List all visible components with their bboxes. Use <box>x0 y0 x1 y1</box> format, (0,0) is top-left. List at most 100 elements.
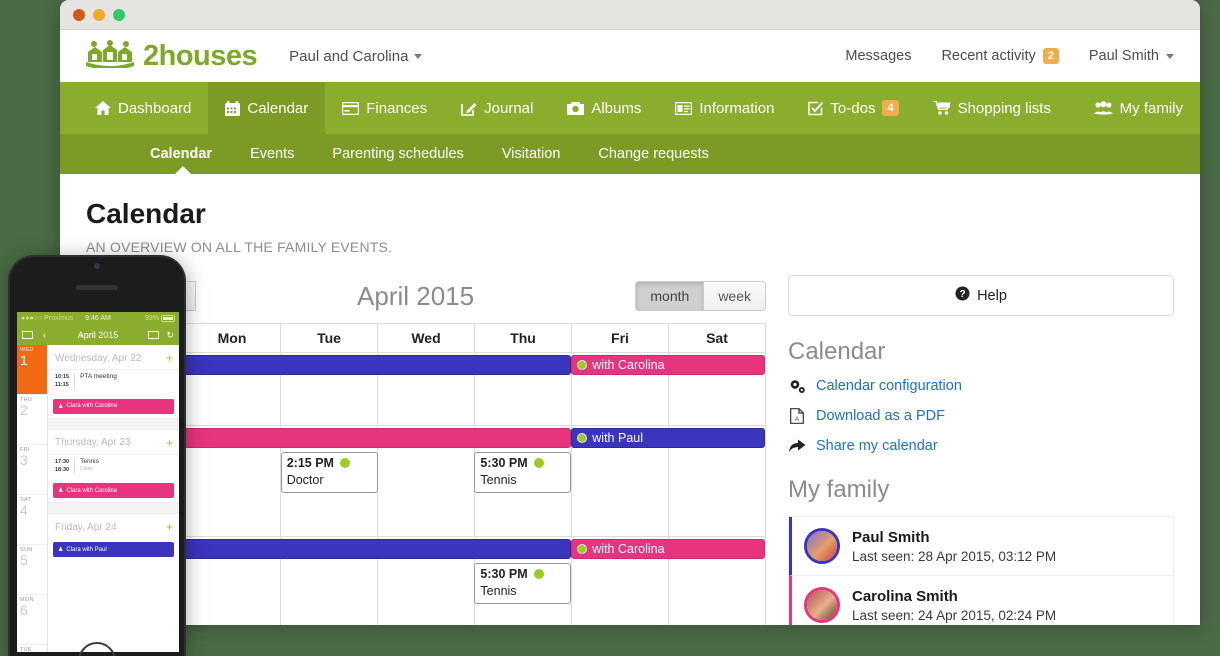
calendar-day-cell[interactable] <box>474 375 571 425</box>
nav-item-albums[interactable]: Albums <box>550 82 658 134</box>
nav-label: Calendar <box>247 100 308 117</box>
calendar-day-cell[interactable] <box>571 375 668 425</box>
window-close-button[interactable] <box>73 9 85 21</box>
sidebar-calendar-heading: Calendar <box>788 338 1174 366</box>
phone-agenda-date: Thursday, Apr 23 <box>55 437 130 448</box>
link-download-pdf[interactable]: A Download as a PDF <box>788 408 1174 424</box>
subnav-item-change-requests[interactable]: Change requests <box>584 146 722 162</box>
phone-menu-icon[interactable] <box>22 331 33 339</box>
phone-agenda-band[interactable]: ♟Clara with Carolina <box>53 399 174 414</box>
shopping-cart-icon <box>933 101 951 115</box>
calendar-day-cell[interactable] <box>668 375 765 425</box>
calendar-day-cell[interactable] <box>668 448 765 536</box>
calendar-timed-event[interactable]: 5:30 PMTennis <box>474 563 571 604</box>
nav-item-dashboard[interactable]: Dashboard <box>78 82 208 134</box>
subnav-active-arrow <box>175 166 191 174</box>
calendar-timed-event[interactable]: 5:30 PMTennis <box>474 452 571 493</box>
phone-day-strip: WED1THU2FRI3SAT4SUN5MON6TUE7WED8THU9 <box>17 345 48 652</box>
calendar-day-header: Tue <box>280 324 377 352</box>
phone-agenda-event[interactable]: 17:3018:30TennisClara <box>48 454 179 480</box>
calendar-day-cell[interactable] <box>377 448 474 536</box>
calendar-day-headers: MonTueWedThuFriSat <box>87 323 765 353</box>
window-minimize-button[interactable] <box>93 9 105 21</box>
phone-day-number: 1 <box>20 353 47 368</box>
calendar-day-cell[interactable] <box>571 559 668 625</box>
view-week-button[interactable]: week <box>704 281 766 311</box>
messages-link[interactable]: Messages <box>845 48 911 64</box>
chevron-down-icon <box>1166 54 1174 59</box>
browser-window: 2houses Paul and Carolina Messages Recen… <box>60 0 1200 625</box>
phone-event-sub: Clara <box>80 466 99 472</box>
link-share-calendar[interactable]: Share my calendar <box>788 438 1174 454</box>
calendar-day-cell[interactable] <box>571 448 668 536</box>
phone-add-event-icon[interactable]: + <box>166 520 173 534</box>
phone-agenda-band[interactable]: ♟Clara with Carolina <box>53 483 174 498</box>
phone-prev-icon[interactable]: ‹ <box>43 330 46 340</box>
recent-activity-badge: 2 <box>1043 48 1059 64</box>
brand-header: 2houses Paul and Carolina Messages Recen… <box>60 30 1200 82</box>
calendar-day-cell[interactable] <box>280 559 377 625</box>
phone-day-cell[interactable]: THU2 <box>17 395 47 445</box>
nav-item-information[interactable]: Information <box>658 82 791 134</box>
phone-day-cell[interactable]: SUN5 <box>17 545 47 595</box>
event-owner-dot-icon <box>340 458 350 468</box>
phone-day-cell[interactable]: SAT4 <box>17 495 47 545</box>
event-owner-dot-icon <box>534 458 544 468</box>
family-switcher[interactable]: Paul and Carolina <box>289 48 422 65</box>
phone-agenda-event[interactable]: 10:1511:15PTA meeting <box>48 369 179 395</box>
carrier-label: Proximus <box>44 315 73 322</box>
calendar-week-cells <box>87 375 765 425</box>
logo[interactable]: 2houses <box>86 40 257 73</box>
nav-item-my-family[interactable]: My family <box>1077 82 1200 134</box>
phone-refresh-icon[interactable]: ↻ <box>166 330 174 341</box>
phone-day-cell[interactable]: MON6 <box>17 595 47 645</box>
family-member-text: Paul SmithLast seen: 28 Apr 2015, 03:12 … <box>852 529 1056 564</box>
phone-agenda-gap <box>48 502 179 514</box>
phone-day-cell[interactable]: TUE7 <box>17 645 47 652</box>
calendar-timed-event[interactable]: 2:15 PMDoctor <box>281 452 378 493</box>
calendar-day-header: Wed <box>377 324 474 352</box>
user-menu[interactable]: Paul Smith <box>1089 48 1174 64</box>
view-month-button[interactable]: month <box>635 281 704 311</box>
calendar-day-cell[interactable] <box>183 448 280 536</box>
nav-item-todos[interactable]: To-dos 4 <box>791 82 915 134</box>
home-icon <box>95 101 111 116</box>
help-button[interactable]: ? Help <box>788 275 1174 316</box>
calendar-view-toggle: month week <box>635 281 766 311</box>
subnav-item-events[interactable]: Events <box>236 146 308 162</box>
calendar-day-cell[interactable] <box>183 375 280 425</box>
nav-item-shopping-lists[interactable]: Shopping lists <box>916 82 1068 134</box>
nav-item-finances[interactable]: Finances <box>325 82 444 134</box>
phone-day-cell[interactable]: FRI3 <box>17 445 47 495</box>
event-band-label: with Carolina <box>592 542 664 556</box>
nav-item-journal[interactable]: Journal <box>444 82 550 134</box>
calendar-day-cell[interactable] <box>668 559 765 625</box>
phone-view-icon[interactable] <box>148 331 159 339</box>
calendar-event-band[interactable]: with Carolina <box>571 539 765 559</box>
phone-screen: ●●●○○ Proximus 9:46 AM 93% ‹ April 2015 … <box>17 312 179 652</box>
subnav-item-visitation[interactable]: Visitation <box>488 146 575 162</box>
calendar-day-cell[interactable] <box>183 559 280 625</box>
calendar-event-band[interactable]: with Paul <box>571 428 765 448</box>
calendar-day-cell[interactable] <box>280 375 377 425</box>
recent-activity-link[interactable]: Recent activity 2 <box>941 48 1058 64</box>
nav-item-calendar[interactable]: Calendar <box>208 82 325 134</box>
phone-status-right: 93% <box>145 315 175 322</box>
family-member-row[interactable]: Paul SmithLast seen: 28 Apr 2015, 03:12 … <box>789 517 1173 576</box>
phone-day-cell[interactable]: WED1 <box>17 345 47 395</box>
phone-add-event-icon[interactable]: + <box>166 351 173 365</box>
camera-icon <box>567 101 584 115</box>
calendar-day-cell[interactable] <box>377 559 474 625</box>
calendar-day-cell[interactable] <box>377 375 474 425</box>
window-maximize-button[interactable] <box>113 9 125 21</box>
link-calendar-configuration[interactable]: Calendar configuration <box>788 378 1174 394</box>
subnav-item-calendar[interactable]: Calendar <box>136 146 226 162</box>
nav-label: To-dos <box>830 100 875 117</box>
subnav-item-parenting-schedules[interactable]: Parenting schedules <box>318 146 477 162</box>
family-member-row[interactable]: Carolina SmithLast seen: 24 Apr 2015, 02… <box>789 576 1173 625</box>
phone-body: WED1THU2FRI3SAT4SUN5MON6TUE7WED8THU9 Wed… <box>17 345 179 652</box>
phone-agenda-band[interactable]: ♟Clara with Paul <box>53 542 174 557</box>
phone-add-event-icon[interactable]: + <box>166 436 173 450</box>
calendar-event-band[interactable]: with Carolina <box>571 355 765 375</box>
help-label: Help <box>977 288 1007 304</box>
